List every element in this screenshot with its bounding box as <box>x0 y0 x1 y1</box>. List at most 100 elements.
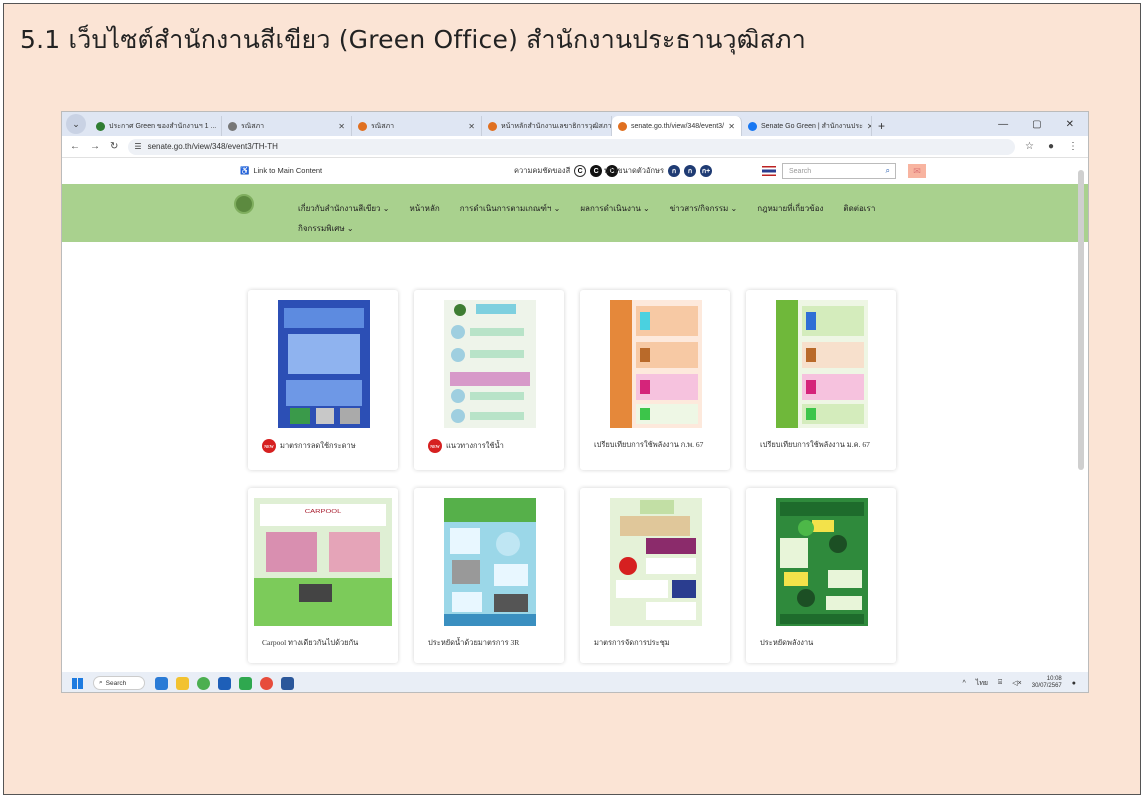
site-utility-bar: ♿ Link to Main Content ความคมชัดของสี C … <box>62 158 1088 184</box>
windows-taskbar: ⌕ Search ^ ไทย ⌸ ◁× 10:08 30/07/2567 ● <box>62 672 1089 692</box>
tab-label: หน้าหลักสำนักงานเลขาธิการวุฒิสภา <box>501 122 612 130</box>
font-small-button[interactable]: ก <box>668 165 680 177</box>
close-icon[interactable]: ✕ <box>867 122 871 131</box>
card-title[interactable]: ประหยัดน้ำด้วยมาตรการ 3R <box>428 637 519 649</box>
skip-link[interactable]: ♿ Link to Main Content <box>240 166 322 175</box>
nav-special-activities[interactable]: กิจกรรมพิเศษ ⌄ <box>298 222 354 235</box>
senate-logo[interactable] <box>234 194 254 214</box>
nav-news[interactable]: ข่าวสาร/กิจกรรม ⌄ <box>670 202 738 215</box>
tab-label: รณิสภา <box>371 122 395 130</box>
network-icon[interactable]: ⌸ <box>998 679 1002 687</box>
tab-4[interactable]: หน้าหลักสำนักงานเลขาธิการวุฒิสภา ✕ <box>482 116 612 136</box>
card-energy-saving[interactable]: ประหยัดพลังงาน <box>746 488 896 663</box>
card-meeting-measures[interactable]: มาตรการจัดการประชุม <box>580 488 730 663</box>
card-carpool[interactable]: CARPOOL Carpool ทางเดียวกันไปด้วยกัน <box>248 488 398 663</box>
favicon-icon <box>358 121 367 131</box>
search-icon[interactable]: ⌕ <box>886 166 890 176</box>
word-icon[interactable] <box>281 676 294 690</box>
menu-icon[interactable]: ⋮ <box>1068 141 1078 152</box>
reload-icon[interactable]: ↻ <box>110 141 118 152</box>
taskbar-search[interactable]: ⌕ Search <box>93 676 145 690</box>
edge-icon[interactable] <box>155 676 168 690</box>
notification-icon[interactable]: ● <box>1072 680 1076 687</box>
card-title[interactable]: มาตรการลดใช้กระดาษ <box>280 440 356 452</box>
volume-icon[interactable]: ◁× <box>1012 679 1021 687</box>
site-info-icon[interactable]: ☰ <box>134 142 141 151</box>
card-title[interactable]: มาตรการจัดการประชุม <box>594 637 670 649</box>
browser-actions: ☆ ● ⋮ <box>1025 141 1088 152</box>
favicon-icon <box>96 121 105 131</box>
poster-thumbnail <box>610 300 702 428</box>
mail-icon[interactable]: ✉ <box>908 164 926 178</box>
new-tab-button[interactable]: + <box>878 119 885 133</box>
chrome-profile-icon[interactable] <box>260 676 273 690</box>
address-bar-row: ← → ↻ ☰ senate.go.th/view/348/event3/TH-… <box>62 136 1088 158</box>
card-title[interactable]: Carpool ทางเดียวกันไปด้วยกัน <box>262 637 358 649</box>
forward-icon[interactable]: → <box>90 141 100 152</box>
tab-2[interactable]: รณิสภา ✕ <box>222 116 352 136</box>
card-paper-reduction[interactable]: NEW มาตรการลดใช้กระดาษ <box>248 290 398 470</box>
font-medium-button[interactable]: ก <box>684 165 696 177</box>
contrast-dark-button[interactable]: C <box>590 165 603 177</box>
card-water-guideline[interactable]: NEW แนวทางการใช้น้ำ <box>414 290 564 470</box>
poster-thumbnail <box>776 498 868 626</box>
outlook-icon[interactable] <box>218 676 231 690</box>
font-large-button[interactable]: ก+ <box>700 165 712 177</box>
close-icon[interactable]: ✕ <box>338 122 345 131</box>
tab-6[interactable]: Senate Go Green | สำนักงานประ ✕ <box>742 116 872 136</box>
card-title[interactable]: ประหยัดพลังงาน <box>760 637 813 649</box>
nav-contact[interactable]: ติดต่อเรา <box>843 202 875 215</box>
tab-label: senate.go.th/view/348/event3/ <box>631 122 725 130</box>
profile-icon[interactable]: ● <box>1048 141 1054 152</box>
windows-start-icon[interactable] <box>72 677 83 689</box>
poster-thumbnail <box>444 300 536 428</box>
clock[interactable]: 10:08 30/07/2567 <box>1032 676 1062 690</box>
nav-about[interactable]: เกี่ยวกับสำนักงานสีเขียว ⌄ <box>298 202 389 215</box>
url-field[interactable]: ☰ senate.go.th/view/348/event3/TH-TH <box>128 138 1015 155</box>
line-icon[interactable] <box>239 676 252 690</box>
tab-search-icon[interactable]: ⌄ <box>66 114 86 134</box>
nav-laws[interactable]: กฎหมายที่เกี่ยวข้อง <box>757 202 823 215</box>
contrast-normal-button[interactable]: C <box>574 165 587 177</box>
close-window-icon[interactable]: ✕ <box>1066 119 1074 130</box>
card-water-3r[interactable]: ประหยัดน้ำด้วยมาตรการ 3R <box>414 488 564 663</box>
card-title[interactable]: เปรียบเทียบการใช้พลังงาน ก.พ. 67 <box>594 439 703 451</box>
page-scrollbar[interactable] <box>1078 170 1084 470</box>
card-energy-feb67[interactable]: เปรียบเทียบการใช้พลังงาน ก.พ. 67 <box>580 290 730 470</box>
maximize-icon[interactable]: ▢ <box>1032 119 1041 130</box>
card-energy-jan67[interactable]: เปรียบเทียบการใช้พลังงาน ม.ค. 67 <box>746 290 896 470</box>
card-title[interactable]: แนวทางการใช้น้ำ <box>446 440 504 452</box>
url-text: senate.go.th/view/348/event3/TH-TH <box>147 142 278 151</box>
tab-3[interactable]: รณิสภา ✕ <box>352 116 482 136</box>
tab-5[interactable]: senate.go.th/view/348/event3/ ✕ <box>612 116 742 136</box>
clock-time: 10:08 <box>1046 676 1062 682</box>
poster-thumbnail <box>776 300 868 428</box>
chrome-icon[interactable] <box>197 676 210 690</box>
search-icon: ⌕ <box>99 679 103 686</box>
card-label: NEW มาตรการลดใช้กระดาษ <box>262 439 356 453</box>
svg-text:CARPOOL: CARPOOL <box>305 509 342 514</box>
language-indicator[interactable]: ไทย <box>976 678 988 689</box>
file-explorer-icon[interactable] <box>176 676 189 690</box>
thai-flag-icon[interactable] <box>762 166 776 176</box>
poster-thumbnail <box>444 498 536 626</box>
nav-results[interactable]: ผลการดำเนินงาน ⌄ <box>580 202 649 215</box>
nav-home[interactable]: หน้าหลัก <box>409 202 439 215</box>
new-badge: NEW <box>428 439 442 453</box>
system-tray: ^ ไทย ⌸ ◁× 10:08 30/07/2567 ● <box>963 676 1089 690</box>
tab-1[interactable]: ประกาศ Green ของสำนักงานฯ 1 ... ✕ <box>90 116 222 136</box>
nav-criteria[interactable]: การดำเนินการตามเกณฑ์ฯ ⌄ <box>460 202 561 215</box>
clock-date: 30/07/2567 <box>1031 683 1062 689</box>
search-placeholder: Search <box>789 167 812 175</box>
minimize-icon[interactable]: — <box>998 119 1008 130</box>
card-title[interactable]: เปรียบเทียบการใช้พลังงาน ม.ค. 67 <box>760 439 870 451</box>
accessibility-icon: ♿ <box>240 166 250 175</box>
site-search-input[interactable]: Search ⌕ <box>782 163 896 179</box>
chevron-up-icon[interactable]: ^ <box>963 680 966 687</box>
card-label: Carpool ทางเดียวกันไปด้วยกัน <box>262 637 358 649</box>
color-contrast-label: ความคมชัดของสี <box>514 166 571 175</box>
back-icon[interactable]: ← <box>70 141 80 152</box>
close-icon[interactable]: ✕ <box>468 122 475 131</box>
close-icon[interactable]: ✕ <box>728 122 735 131</box>
bookmark-star-icon[interactable]: ☆ <box>1025 141 1034 152</box>
